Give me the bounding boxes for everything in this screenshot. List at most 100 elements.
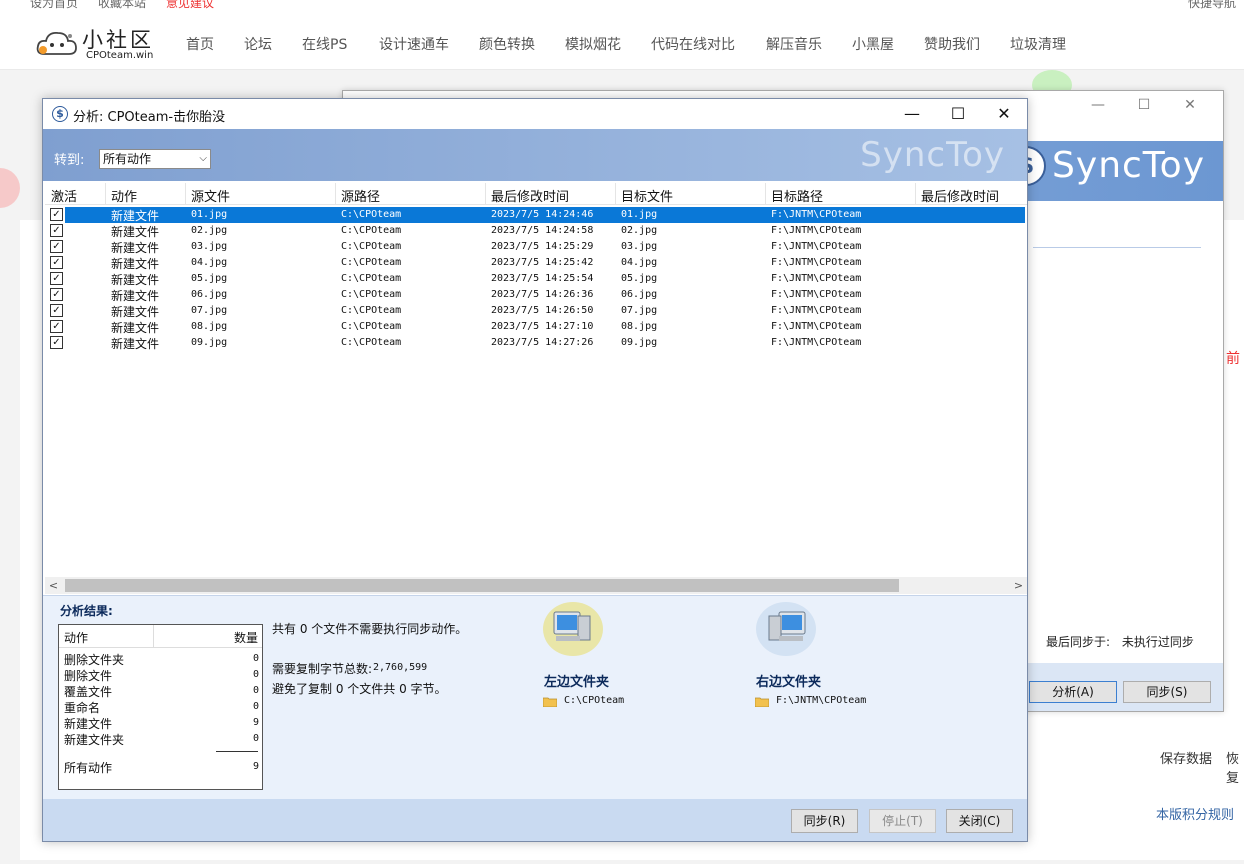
table-row[interactable]: ✓ 新建文件 04.jpg C:\CPOteam 2023/7/5 14:25:42 04…	[45, 255, 1027, 271]
dialog-titlebar[interactable]: $ 分析: CPOteam-击你胎没 — ☐ ✕	[43, 99, 1027, 129]
cell-src-file: 01.jpg	[191, 209, 228, 220]
column-header[interactable]: 目标文件	[621, 186, 673, 205]
right-computer-icon	[756, 602, 816, 656]
rules-link[interactable]: 本版积分规则	[1156, 804, 1234, 823]
scroll-right-icon[interactable]: >	[1010, 577, 1027, 594]
table-row[interactable]: ✓ 新建文件 03.jpg C:\CPOteam 2023/7/5 14:25:29 03…	[45, 239, 1027, 255]
cell-src-file: 06.jpg	[191, 289, 228, 300]
activate-checkbox[interactable]: ✓	[50, 320, 63, 333]
cell-src-path: C:\CPOteam	[341, 273, 402, 284]
goto-select[interactable]: 所有动作 ⌵	[99, 149, 211, 169]
last-sync-status: 最后同步于: 未执行过同步	[1046, 633, 1194, 650]
activate-checkbox[interactable]: ✓	[50, 304, 63, 317]
bookmark-link[interactable]: 收藏本站	[98, 0, 146, 11]
cell-dst-file: 03.jpg	[621, 241, 658, 252]
nav-item[interactable]: 首页	[186, 34, 244, 54]
minimize-icon[interactable]: —	[1075, 97, 1121, 113]
cell-src-path: C:\CPOteam	[341, 305, 402, 316]
logo-subtitle: CPOteam.win	[86, 50, 154, 61]
dialog-title: 分析: CPOteam-击你胎没	[73, 110, 226, 125]
cell-action: 新建文件	[111, 241, 160, 255]
activate-checkbox[interactable]: ✓	[50, 336, 63, 349]
scrollbar-thumb[interactable]	[65, 579, 899, 592]
file-table: 激活 动作 源文件 源路径 最后修改时间 目标文件 目标路径 最后修改时间 ✓ 新…	[45, 183, 1027, 577]
nav-item[interactable]: 颜色转换	[479, 34, 565, 54]
save-data-link[interactable]: 保存数据	[1160, 748, 1212, 767]
bytes-label: 需要复制字节总数:	[272, 662, 373, 676]
cell-dst-file: 02.jpg	[621, 225, 658, 236]
decor-circle	[0, 168, 20, 208]
feedback-link[interactable]: 意见建议	[166, 0, 214, 11]
nav-item[interactable]: 赞助我们	[924, 34, 1010, 54]
cell-action: 新建文件	[111, 257, 160, 271]
results-row-label: 新建文件	[64, 717, 113, 731]
activate-checkbox[interactable]: ✓	[50, 256, 63, 269]
site-logo[interactable]: 小社区 CPOteam.win	[36, 24, 166, 64]
column-header[interactable]: 激活	[51, 186, 77, 205]
close-button[interactable]: 关闭(C)	[946, 809, 1013, 833]
left-folder-label: 左边文件夹	[544, 675, 610, 690]
sync-button[interactable]: 同步(R)	[791, 809, 858, 833]
cell-src-file: 03.jpg	[191, 241, 228, 252]
nav-item[interactable]: 解压音乐	[766, 34, 852, 54]
close-icon[interactable]: ✕	[981, 99, 1027, 129]
table-row[interactable]: ✓ 新建文件 05.jpg C:\CPOteam 2023/7/5 14:25:54 05…	[45, 271, 1027, 287]
cell-dst-path: F:\JNTM\CPOteam	[771, 273, 862, 284]
no-action-text: 共有 0 个文件不需要执行同步动作。	[272, 622, 468, 636]
set-home-link[interactable]: 设为首页	[30, 0, 78, 11]
nav-item[interactable]: 代码在线对比	[651, 34, 766, 54]
table-row[interactable]: ✓ 新建文件 07.jpg C:\CPOteam 2023/7/5 14:26:50 07…	[45, 303, 1027, 319]
column-header[interactable]: 源路径	[341, 186, 380, 205]
activate-checkbox[interactable]: ✓	[50, 272, 63, 285]
cell-dst-path: F:\JNTM\CPOteam	[771, 337, 862, 348]
cell-dst-file: 09.jpg	[621, 337, 658, 348]
cell-action: 新建文件	[111, 225, 160, 239]
restore-link[interactable]: 恢复	[1226, 748, 1244, 786]
activate-checkbox[interactable]: ✓	[50, 224, 63, 237]
maximize-icon[interactable]: ☐	[1121, 97, 1167, 113]
nav-item[interactable]: 模拟烟花	[565, 34, 651, 54]
nav-item[interactable]: 设计速通车	[379, 34, 479, 54]
results-row: 新建文件夹 0	[64, 731, 259, 747]
activate-checkbox[interactable]: ✓	[50, 240, 63, 253]
left-folder-path[interactable]: C:\CPOteam	[564, 695, 624, 706]
right-folder-label: 右边文件夹	[756, 675, 822, 690]
table-row[interactable]: ✓ 新建文件 08.jpg C:\CPOteam 2023/7/5 14:27:10 08…	[45, 319, 1027, 335]
cell-dst-file: 06.jpg	[621, 289, 658, 300]
column-header[interactable]: 目标路径	[771, 186, 823, 205]
right-folder-path[interactable]: F:\JNTM\CPOteam	[776, 695, 866, 706]
column-header[interactable]: 最后修改时间	[921, 186, 999, 205]
analyze-button[interactable]: 分析(A)	[1029, 681, 1117, 703]
column-header[interactable]: 动作	[111, 186, 137, 205]
results-row-label: 新建文件夹	[64, 733, 125, 747]
maximize-icon[interactable]: ☐	[935, 99, 981, 129]
table-row[interactable]: ✓ 新建文件 06.jpg C:\CPOteam 2023/7/5 14:26:36 06…	[45, 287, 1027, 303]
results-row-count: 0	[252, 669, 259, 680]
close-icon[interactable]: ✕	[1167, 97, 1213, 113]
folder-icon	[755, 697, 769, 707]
table-row[interactable]: ✓ 新建文件 02.jpg C:\CPOteam 2023/7/5 14:24:58 02…	[45, 223, 1027, 239]
sync-button[interactable]: 同步(S)	[1123, 681, 1211, 703]
activate-checkbox[interactable]: ✓	[50, 208, 63, 221]
cell-src-file: 02.jpg	[191, 225, 228, 236]
table-row[interactable]: ✓ 新建文件 09.jpg C:\CPOteam 2023/7/5 14:27:26 09…	[45, 335, 1027, 351]
last-sync-label: 最后同步于:	[1046, 635, 1111, 649]
cell-modified: 2023/7/5 14:27:26	[491, 337, 594, 348]
nav-item[interactable]: 垃圾清理	[1010, 34, 1090, 54]
scroll-left-icon[interactable]: <	[45, 577, 62, 594]
cell-dst-file: 04.jpg	[621, 257, 658, 268]
activate-checkbox[interactable]: ✓	[50, 288, 63, 301]
horizontal-scrollbar[interactable]: < >	[45, 577, 1027, 594]
stop-button[interactable]: 停止(T)	[869, 809, 936, 833]
minimize-icon[interactable]: —	[889, 99, 935, 129]
nav-item[interactable]: 在线PS	[302, 34, 379, 54]
nav-item[interactable]: 论坛	[244, 34, 302, 54]
site-header: 小社区 CPOteam.win 首页 论坛 在线PS 设计速通车 颜色转换 模拟…	[0, 12, 1244, 70]
last-sync-value: 未执行过同步	[1121, 635, 1194, 649]
column-header[interactable]: 最后修改时间	[491, 186, 569, 205]
synctoy-logo: $ SyncToy	[1006, 145, 1205, 186]
nav-item[interactable]: 小黑屋	[852, 34, 924, 54]
quick-nav-link[interactable]: 快捷导航	[1188, 0, 1236, 11]
table-row[interactable]: ✓ 新建文件 01.jpg C:\CPOteam 2023/7/5 14:24:46 01…	[45, 207, 1027, 223]
column-header[interactable]: 源文件	[191, 186, 230, 205]
